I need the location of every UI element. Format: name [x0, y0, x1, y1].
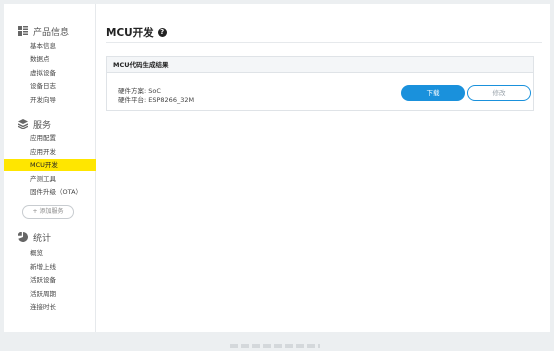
sidebar-group-title: 产品信息 [33, 27, 70, 38]
sidebar-item-mcu-dev[interactable]: MCU开发 [4, 159, 96, 171]
page-title-row: MCU开发 ? [106, 25, 167, 40]
download-button[interactable]: 下载 [401, 85, 465, 101]
sidebar-item-new-online[interactable]: 新增上线 [4, 261, 96, 273]
sidebar-group-product-info: 产品信息 [18, 24, 69, 38]
sidebar-item-app-dev[interactable]: 应用开发 [4, 146, 96, 158]
app-frame: 产品信息 基本信息 数据点 虚拟设备 设备日志 开发向导 服务 应用配置 应用开… [4, 4, 550, 332]
sidebar: 产品信息 基本信息 数据点 虚拟设备 设备日志 开发向导 服务 应用配置 应用开… [4, 4, 96, 332]
sidebar-group-title: 统计 [33, 233, 52, 244]
page-title: MCU开发 [106, 27, 154, 39]
layers-icon [18, 119, 28, 129]
sidebar-item-active-devices[interactable]: 活跃设备 [4, 274, 96, 286]
sidebar-group-title: 服务 [33, 120, 52, 131]
sidebar-group-services: 服务 [18, 117, 51, 131]
mcu-result-card: MCU代码生成结果 硬件方案: SoC 硬件平台: ESP8266_32M 下载… [106, 56, 534, 111]
sidebar-item-virtual-device[interactable]: 虚拟设备 [4, 67, 96, 79]
add-service-button[interactable]: + 添加服务 [22, 205, 74, 219]
sidebar-item-data-points[interactable]: 数据点 [4, 53, 96, 65]
sidebar-group-statistics: 统计 [18, 230, 51, 244]
sidebar-item-overview[interactable]: 概览 [4, 247, 96, 259]
sidebar-item-app-config[interactable]: 应用配置 [4, 132, 96, 144]
sidebar-item-ota[interactable]: 固件升级（OTA） [4, 186, 96, 198]
title-divider [106, 42, 542, 43]
footer-text-faint [230, 344, 320, 348]
main-content: MCU开发 ? MCU代码生成结果 硬件方案: SoC 硬件平台: ESP826… [96, 4, 550, 332]
sidebar-item-connection-duration[interactable]: 连接时长 [4, 301, 96, 313]
grid-icon [18, 26, 28, 36]
hardware-platform-text: 硬件平台: ESP8266_32M [118, 96, 195, 104]
sidebar-item-production-test[interactable]: 产测工具 [4, 173, 96, 185]
sidebar-item-active-period[interactable]: 活跃周期 [4, 288, 96, 300]
pie-chart-icon [18, 232, 28, 242]
sidebar-item-dev-guide[interactable]: 开发向导 [4, 94, 96, 106]
sidebar-item-device-log[interactable]: 设备日志 [4, 80, 96, 92]
modify-button[interactable]: 修改 [467, 85, 531, 101]
card-title: MCU代码生成结果 [107, 57, 533, 73]
sidebar-item-basic-info[interactable]: 基本信息 [4, 40, 96, 52]
help-icon[interactable]: ? [157, 28, 167, 37]
